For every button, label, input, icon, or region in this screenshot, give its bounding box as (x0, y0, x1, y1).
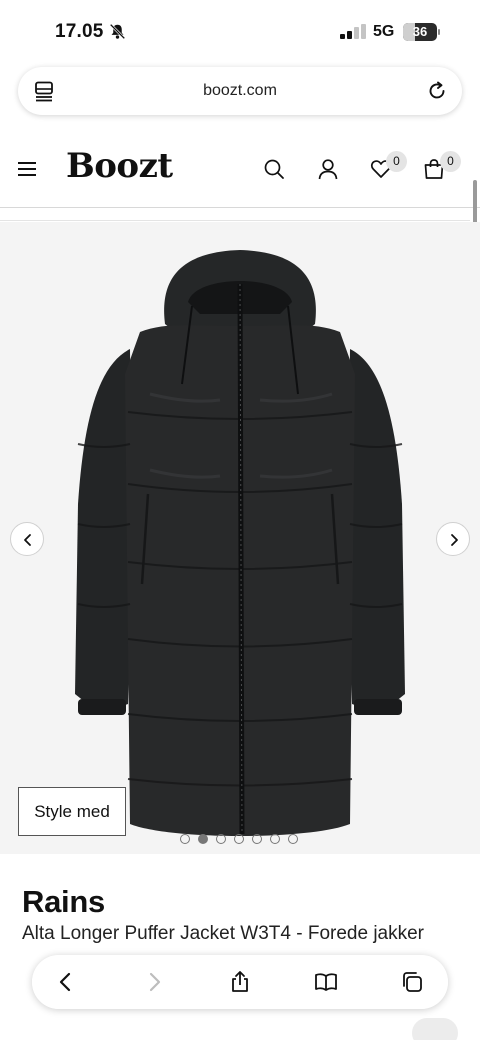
style-with-button[interactable]: Style med (18, 787, 126, 836)
chevron-left-icon (24, 534, 31, 546)
wishlist-count-badge: 0 (386, 151, 407, 172)
battery-percentage: 36 (412, 24, 428, 39)
chevron-right-icon (451, 534, 458, 546)
cart-count-badge: 0 (440, 151, 461, 172)
gallery-dot[interactable] (288, 834, 298, 844)
url-text[interactable]: boozt.com (18, 82, 462, 100)
gallery-dot[interactable] (270, 834, 280, 844)
boozt-logo[interactable]: Boozt (66, 146, 173, 186)
user-icon[interactable] (317, 158, 339, 180)
product-brand[interactable]: Rains (22, 884, 105, 920)
gallery-dot[interactable] (234, 834, 244, 844)
product-image (75, 250, 405, 836)
forward-icon[interactable] (142, 970, 166, 994)
gallery-dot[interactable] (252, 834, 262, 844)
share-icon[interactable] (228, 970, 252, 994)
cellular-signal-icon (340, 24, 366, 39)
product-gallery[interactable]: Style med (0, 222, 480, 854)
status-time: 17.05 (55, 21, 104, 42)
battery-cap (438, 29, 440, 35)
network-type: 5G (373, 23, 395, 40)
floating-action-peek[interactable] (412, 1018, 458, 1040)
back-icon[interactable] (54, 970, 78, 994)
product-title: Alta Longer Puffer Jacket W3T4 - Forede … (22, 923, 424, 944)
bell-muted-icon (109, 23, 126, 40)
gallery-dot[interactable] (180, 834, 190, 844)
tabs-icon[interactable] (400, 970, 424, 994)
gallery-pagination (180, 834, 298, 846)
reload-icon[interactable] (426, 80, 448, 102)
address-bar[interactable]: boozt.com (18, 67, 462, 115)
header-divider (0, 220, 470, 221)
battery-indicator: 36 (403, 23, 437, 41)
hamburger-icon[interactable] (18, 162, 36, 176)
gallery-dot[interactable] (198, 834, 208, 844)
bookmarks-icon[interactable] (314, 970, 338, 994)
gallery-prev-button[interactable] (10, 522, 44, 556)
gallery-dot[interactable] (216, 834, 226, 844)
search-icon[interactable] (263, 158, 285, 180)
site-header: Boozt 0 0 (0, 130, 480, 208)
browser-toolbar (32, 955, 448, 1009)
status-bar: 17.05 5G 36 (0, 0, 480, 64)
gallery-next-button[interactable] (436, 522, 470, 556)
